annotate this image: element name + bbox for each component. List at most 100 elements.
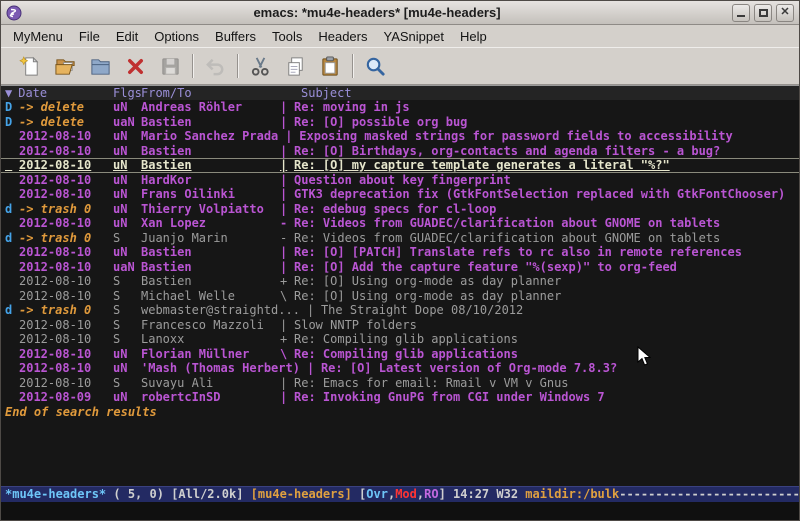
menu-bar: MyMenuFileEditOptionsBuffersToolsHeaders… xyxy=(1,25,799,47)
message-row[interactable]: D-> deleteuaNBastien|Re: [O] possible or… xyxy=(1,115,799,130)
mark-char xyxy=(5,260,19,275)
mark-char xyxy=(5,216,19,231)
emacs-window: emacs: *mu4e-headers* [mu4e-headers] ✕ M… xyxy=(0,0,800,521)
flags: uN xyxy=(113,361,141,376)
message-row[interactable]: 2012-08-10uNBastien|Re: [O] Birthdays, o… xyxy=(1,144,799,159)
from: Bastien xyxy=(141,274,280,289)
minimize-button[interactable] xyxy=(732,4,750,22)
column-header-flags[interactable]: Flgs xyxy=(113,86,141,100)
from: Michael Welle xyxy=(141,289,280,304)
menu-item-buffers[interactable]: Buffers xyxy=(207,27,264,46)
from: Xan Lopez xyxy=(141,216,280,231)
window-controls: ✕ xyxy=(732,4,794,22)
sort-descending-icon: ▼ xyxy=(5,86,12,100)
subject: Re: [O] [PATCH] Translate refs to rc als… xyxy=(294,245,799,260)
message-row[interactable]: 2012-08-10uNFlorian Müllner\Re: Compilin… xyxy=(1,347,799,362)
flags: S xyxy=(113,376,141,391)
message-row[interactable]: d-> trash 0uNThierry Volpiatto|Re: edebu… xyxy=(1,202,799,217)
flags: S xyxy=(113,231,141,246)
date-or-mark: -> trash 0 xyxy=(19,231,113,246)
thread-char: | xyxy=(307,361,321,376)
save-buffer-button[interactable] xyxy=(156,51,186,81)
close-button[interactable]: ✕ xyxy=(776,4,794,22)
from: robertcInSD xyxy=(141,390,280,405)
message-row[interactable]: 2012-08-10uNHardKor|Question about key f… xyxy=(1,173,799,188)
message-row[interactable]: 2012-08-10SBastien+Re: [O] Using org-mod… xyxy=(1,274,799,289)
message-row[interactable]: 2012-08-10uNBastien|Re: [O] my capture t… xyxy=(1,158,799,173)
kill-buffer-button[interactable] xyxy=(121,51,151,81)
from: Lanoxx xyxy=(141,332,280,347)
mark-char xyxy=(5,173,19,188)
buffer-area[interactable]: ▼Date Flgs From/To Subject D-> deleteuNA… xyxy=(1,85,799,486)
subject: Re: [O] Using org-mode as day planner xyxy=(294,274,799,289)
subject: Re: Videos from GUADEC/clarification abo… xyxy=(294,216,799,231)
mark-char: d xyxy=(5,303,19,318)
mark-char xyxy=(5,274,19,289)
copy-button[interactable] xyxy=(281,51,311,81)
date-or-mark: 2012-08-10 xyxy=(19,260,113,275)
undo-button[interactable] xyxy=(201,51,231,81)
dired-button[interactable] xyxy=(86,51,116,81)
message-row[interactable]: 2012-08-09uNrobertcInSD|Re: Invoking Gnu… xyxy=(1,390,799,405)
menu-item-headers[interactable]: Headers xyxy=(310,27,375,46)
flags: uN xyxy=(113,129,141,144)
date-or-mark: 2012-08-10 xyxy=(19,274,113,289)
search-button[interactable] xyxy=(361,51,391,81)
kill-buffer-icon xyxy=(124,55,147,78)
message-row[interactable]: 2012-08-10uNXan Lopez-Re: Videos from GU… xyxy=(1,216,799,231)
open-file-button[interactable] xyxy=(51,51,81,81)
mark-char: d xyxy=(5,231,19,246)
menu-item-tools[interactable]: Tools xyxy=(264,27,310,46)
menu-item-file[interactable]: File xyxy=(71,27,108,46)
message-row[interactable]: D-> deleteuNAndreas Röhler|Re: moving in… xyxy=(1,100,799,115)
column-header-subject[interactable]: Subject xyxy=(287,86,799,100)
menu-item-yasnippet[interactable]: YASnippet xyxy=(375,27,451,46)
mark-char: D xyxy=(5,100,19,115)
menu-item-mymenu[interactable]: MyMenu xyxy=(5,27,71,46)
message-row[interactable]: 2012-08-10uN'Mash (Thomas Herbert)|Re: [… xyxy=(1,361,799,376)
from: Bastien xyxy=(141,260,280,275)
flags: S xyxy=(113,318,141,333)
paste-icon xyxy=(319,55,342,78)
message-row[interactable]: d-> trash 0Swebmaster@straightd...|The S… xyxy=(1,303,799,318)
cut-button[interactable] xyxy=(246,51,276,81)
message-row[interactable]: 2012-08-10SFrancesco Mazzoli|Slow NNTP f… xyxy=(1,318,799,333)
maximize-button[interactable] xyxy=(754,4,772,22)
message-row[interactable]: d-> trash 0SJuanjo Marin-Re: Videos from… xyxy=(1,231,799,246)
message-row[interactable]: 2012-08-10SLanoxx+Re: Compiling glib app… xyxy=(1,332,799,347)
column-header-from[interactable]: From/To xyxy=(141,86,287,100)
from: Bastien xyxy=(141,158,280,173)
undo-icon xyxy=(204,55,227,78)
menu-item-help[interactable]: Help xyxy=(452,27,495,46)
flags: uN xyxy=(113,144,141,159)
date-or-mark: 2012-08-10 xyxy=(19,289,113,304)
column-header-date[interactable]: ▼Date xyxy=(5,86,113,100)
message-row[interactable]: 2012-08-10SSuvayu Ali|Re: Emacs for emai… xyxy=(1,376,799,391)
menu-item-edit[interactable]: Edit xyxy=(108,27,146,46)
paste-button[interactable] xyxy=(316,51,346,81)
mode-line[interactable]: *mu4e-headers* ( 5, 0) [All/2.0k] [mu4e-… xyxy=(1,486,799,502)
menu-item-options[interactable]: Options xyxy=(146,27,207,46)
date-or-mark: 2012-08-10 xyxy=(19,245,113,260)
subject: Re: [O] Birthdays, org-contacts and agen… xyxy=(294,144,799,159)
thread-char: - xyxy=(280,231,294,246)
modeline-maildir: maildir:/bulk xyxy=(525,487,619,501)
title-bar[interactable]: emacs: *mu4e-headers* [mu4e-headers] ✕ xyxy=(1,1,799,25)
subject: Re: edebug specs for cl-loop xyxy=(294,202,799,217)
message-row[interactable]: 2012-08-10uNFrans Oilinki|GTK3 deprecati… xyxy=(1,187,799,202)
thread-char: | xyxy=(280,318,294,333)
new-file-button[interactable] xyxy=(16,51,46,81)
date-or-mark: 2012-08-10 xyxy=(19,173,113,188)
message-row[interactable]: 2012-08-10uNBastien|Re: [O] [PATCH] Tran… xyxy=(1,245,799,260)
modeline-plain: W32 xyxy=(496,487,525,501)
message-row[interactable]: 2012-08-10SMichael Welle\Re: [O] Using o… xyxy=(1,289,799,304)
thread-char: + xyxy=(280,274,294,289)
message-row[interactable]: 2012-08-10uaNBastien|Re: [O] Add the cap… xyxy=(1,260,799,275)
mark-char xyxy=(5,245,19,260)
echo-area[interactable] xyxy=(1,502,799,520)
message-row[interactable]: 2012-08-10uNMario Sanchez Prada|Exposing… xyxy=(1,129,799,144)
flags: uN xyxy=(113,216,141,231)
mark-char xyxy=(5,129,19,144)
mark-char xyxy=(5,289,19,304)
thread-char: | xyxy=(280,202,294,217)
